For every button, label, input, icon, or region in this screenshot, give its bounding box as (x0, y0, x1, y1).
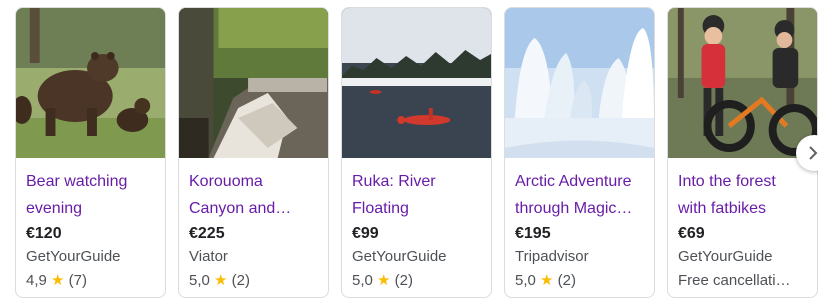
activity-price: €120 (26, 225, 62, 242)
activity-title-line[interactable]: with fatbikes (678, 195, 811, 222)
activity-price: €69 (678, 225, 705, 242)
activity-card-korouoma-canyon[interactable]: Korouoma Canyon and… €225 Viator 5,0 ★ (… (178, 7, 329, 298)
activity-card-bear-watching[interactable]: Bear watching evening €120 GetYourGuide … (15, 7, 166, 298)
bear-photo (16, 8, 165, 158)
star-icon: ★ (214, 272, 228, 289)
activity-source: GetYourGuide (678, 248, 773, 265)
activity-price: €99 (352, 225, 379, 242)
rating-value: 5,0 (515, 272, 536, 289)
star-icon: ★ (377, 272, 391, 289)
activity-rating: 5,0 ★ (2) (352, 269, 485, 293)
river-floating-photo (342, 8, 491, 158)
activity-title-line[interactable]: Canyon and… (189, 195, 322, 222)
activity-title-line[interactable]: Into the forest (678, 168, 811, 195)
canyon-photo (179, 8, 328, 158)
activity-card-river-floating[interactable]: Ruka: River Floating €99 GetYourGuide 5,… (341, 7, 492, 298)
rating-value: 4,9 (26, 272, 47, 289)
activity-source: GetYourGuide (26, 248, 121, 265)
rating-count: (2) (231, 272, 250, 289)
activity-price: €195 (515, 225, 551, 242)
activity-source: Viator (189, 248, 228, 265)
star-icon: ★ (540, 272, 554, 289)
activity-price: €225 (189, 225, 225, 242)
activity-title[interactable]: Into the forest with fatbikes (678, 168, 811, 222)
rating-value: 5,0 (352, 272, 373, 289)
cancellation-note: Free cancellati… (678, 272, 791, 289)
activity-rating: 5,0 ★ (2) (189, 269, 322, 293)
activity-title-line[interactable]: Arctic Adventure (515, 168, 648, 195)
activity-title[interactable]: Korouoma Canyon and… (189, 168, 322, 222)
activity-title-line[interactable]: Ruka: River (352, 168, 485, 195)
activity-title-line[interactable]: Bear watching (26, 168, 159, 195)
activity-title-line[interactable]: Floating (352, 195, 485, 222)
fatbike-photo (668, 8, 817, 158)
activity-rating: 5,0 ★ (2) (515, 269, 648, 293)
star-icon: ★ (51, 272, 65, 289)
activity-title[interactable]: Arctic Adventure through Magic… (515, 168, 648, 222)
activity-source: GetYourGuide (352, 248, 447, 265)
activity-title[interactable]: Ruka: River Floating (352, 168, 485, 222)
rating-value: 5,0 (189, 272, 210, 289)
activity-title[interactable]: Bear watching evening (26, 168, 159, 222)
activity-title-line[interactable]: evening (26, 195, 159, 222)
activity-title-line[interactable]: Korouoma (189, 168, 322, 195)
activities-carousel: Bear watching evening €120 GetYourGuide … (0, 0, 818, 298)
rating-count: (7) (68, 272, 87, 289)
activity-title-line[interactable]: through Magic… (515, 195, 648, 222)
rating-count: (2) (394, 272, 413, 289)
chevron-right-icon (809, 146, 818, 160)
activity-source: Tripadvisor (515, 248, 589, 265)
rating-count: (2) (557, 272, 576, 289)
snowy-forest-photo (505, 8, 654, 158)
activity-rating: 4,9 ★ (7) (26, 269, 159, 293)
activity-card-arctic-adventure[interactable]: Arctic Adventure through Magic… €195 Tri… (504, 7, 655, 298)
